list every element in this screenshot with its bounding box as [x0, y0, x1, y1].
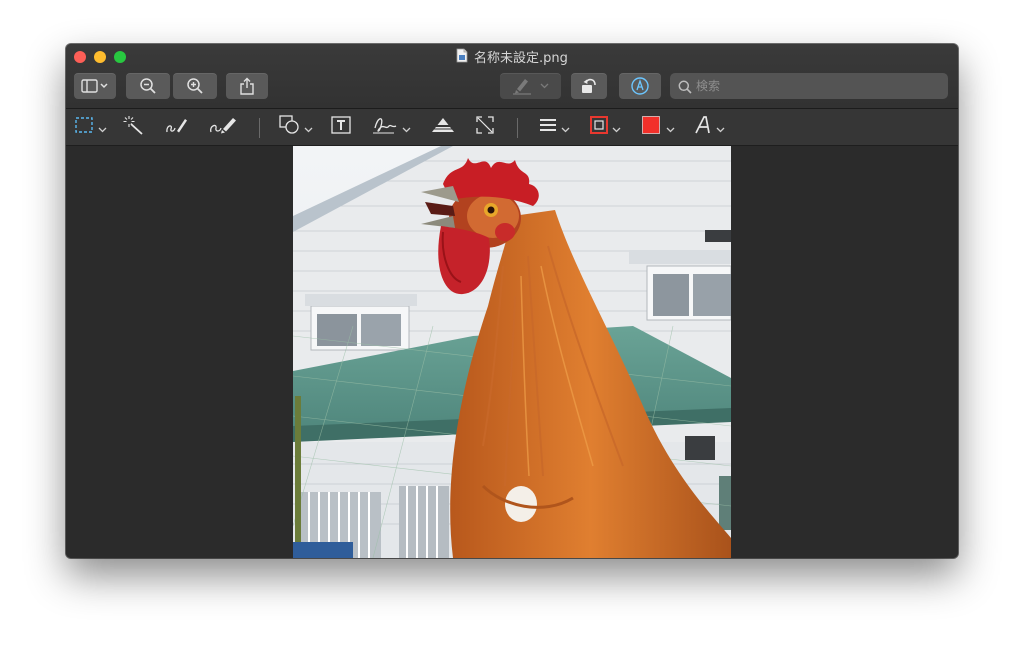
document-name: 名称未設定.png	[474, 51, 568, 66]
shapes-icon	[279, 115, 301, 139]
draw-tool[interactable]	[209, 116, 237, 138]
search-field[interactable]	[670, 73, 948, 99]
toolbar-separator	[517, 118, 518, 138]
chevron-down-icon	[716, 118, 725, 137]
highlight-button[interactable]	[500, 73, 561, 99]
chevron-down-icon	[666, 118, 675, 137]
search-input[interactable]	[696, 73, 936, 99]
instant-alpha-icon	[123, 115, 145, 139]
fill-color-tool[interactable]	[642, 116, 675, 138]
adjust-color-tool[interactable]	[430, 116, 456, 138]
text-tool[interactable]	[330, 116, 352, 138]
title-bar: 名称未設定.png	[66, 44, 958, 109]
zoom-in-icon	[186, 77, 204, 95]
zoom-in-button[interactable]	[173, 73, 217, 99]
adjust-size-tool[interactable]	[475, 116, 495, 138]
document-canvas[interactable]	[66, 146, 958, 558]
sign-icon	[372, 114, 400, 140]
markup-toolbar	[66, 109, 958, 146]
sidebar-view-button[interactable]	[74, 73, 116, 99]
rooster-photo	[293, 146, 731, 558]
zoom-out-button[interactable]	[126, 73, 170, 99]
shapes-tool[interactable]	[279, 115, 313, 139]
zoom-out-icon	[139, 77, 157, 95]
preview-window: 名称未設定.png	[66, 44, 958, 558]
sidebar-icon	[81, 79, 109, 93]
chevron-down-icon	[561, 118, 570, 137]
rotate-left-icon	[580, 77, 598, 95]
search-icon	[678, 79, 692, 98]
chevron-down-icon	[402, 118, 411, 137]
png-document-icon	[456, 48, 468, 70]
toolbar-separator	[259, 118, 260, 138]
rectangular-selection-tool[interactable]	[74, 116, 107, 138]
highlighter-icon	[512, 77, 532, 95]
chevron-down-icon	[540, 83, 549, 89]
rectangular-selection-icon	[74, 116, 94, 138]
text-icon	[330, 115, 352, 139]
instant-alpha-tool[interactable]	[123, 116, 145, 138]
chevron-down-icon	[612, 118, 621, 137]
shape-style-tool[interactable]	[539, 116, 570, 138]
adjust-color-icon	[430, 115, 456, 139]
border-color-icon	[590, 116, 608, 138]
sketch-tool[interactable]	[165, 116, 189, 138]
markup-icon	[630, 76, 650, 96]
rotate-button[interactable]	[571, 73, 607, 99]
adjust-size-icon	[475, 115, 495, 139]
share-icon	[239, 77, 255, 95]
fill-color-icon	[642, 116, 660, 138]
draw-icon	[209, 115, 237, 139]
chevron-down-icon	[304, 118, 313, 137]
markup-toolbar-button[interactable]	[619, 73, 661, 99]
share-button[interactable]	[226, 73, 268, 99]
border-color-tool[interactable]	[590, 116, 621, 138]
text-style-tool[interactable]	[694, 116, 725, 138]
text-style-icon	[694, 115, 712, 139]
chevron-down-icon	[98, 118, 107, 137]
shape-style-icon	[539, 117, 557, 137]
sketch-icon	[165, 115, 189, 139]
window-title: 名称未設定.png	[66, 48, 958, 68]
sign-tool[interactable]	[372, 116, 411, 138]
